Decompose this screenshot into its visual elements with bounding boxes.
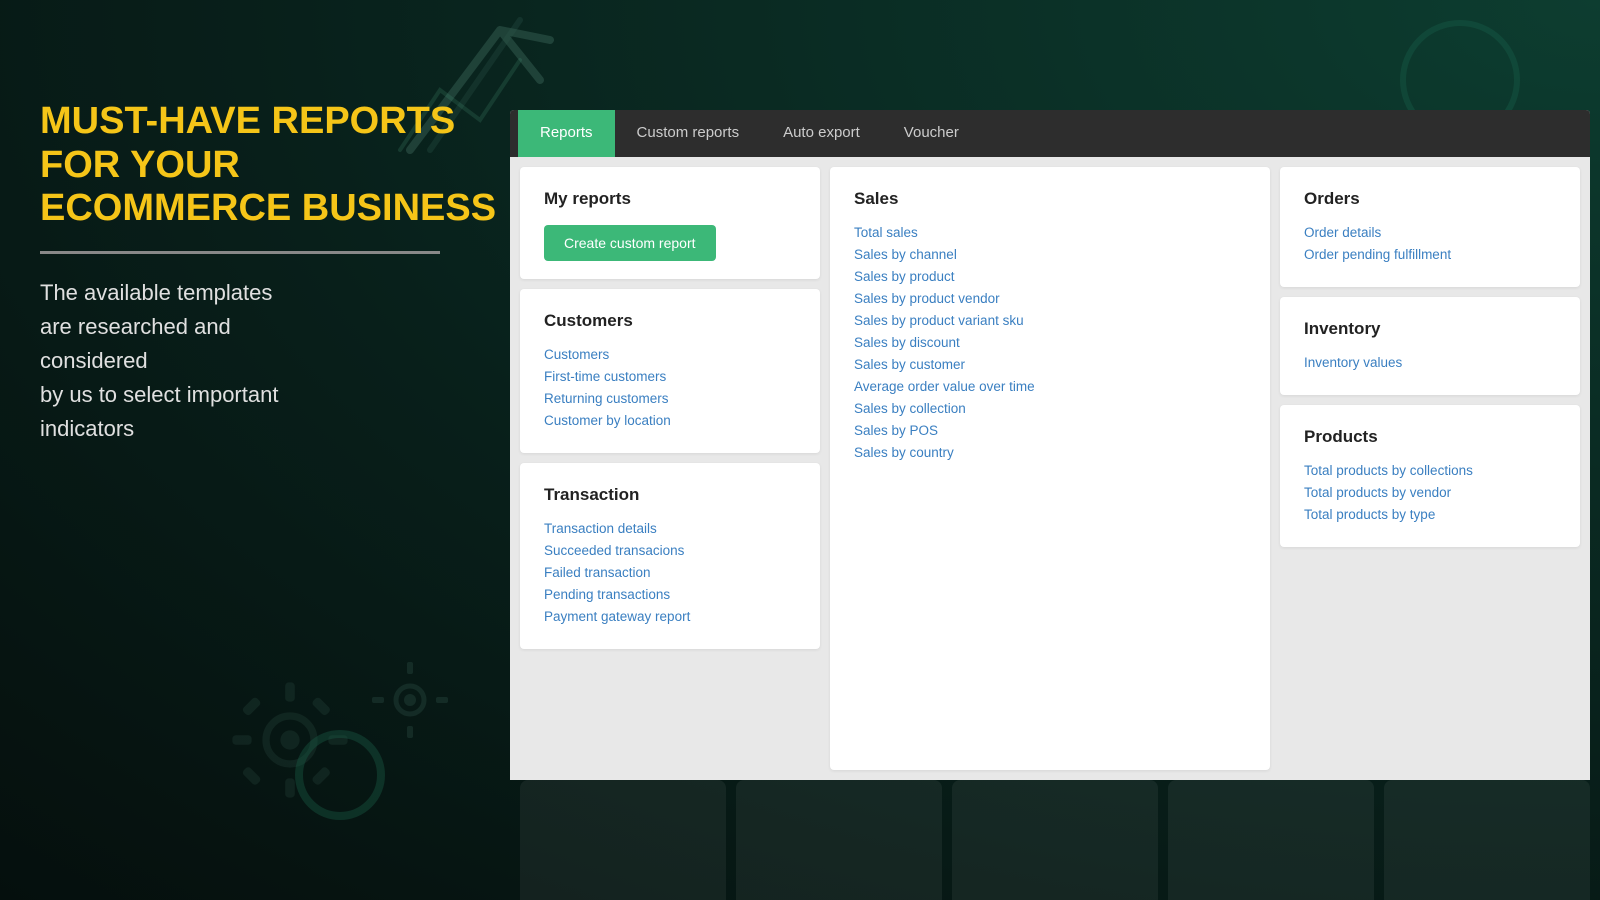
middle-column: Sales Total sales Sales by channel Sales…	[830, 167, 1270, 770]
tab-auto-export[interactable]: Auto export	[761, 110, 882, 158]
headline-line1: MUST-HAVE REPORTS	[40, 100, 455, 142]
gear-decoration-small	[370, 660, 450, 740]
sales-link-product-vendor[interactable]: Sales by product vendor	[854, 291, 1246, 306]
sales-link-country[interactable]: Sales by country	[854, 445, 1246, 460]
divider	[40, 251, 440, 254]
tab-voucher[interactable]: Voucher	[882, 110, 981, 158]
orders-link-details[interactable]: Order details	[1304, 225, 1556, 240]
inventory-card: Inventory Inventory values	[1280, 297, 1580, 395]
customers-link-location[interactable]: Customer by location	[544, 413, 796, 428]
bottom-card-2	[736, 780, 942, 900]
sales-link-customer[interactable]: Sales by customer	[854, 357, 1246, 372]
transaction-link-succeeded[interactable]: Succeeded transacions	[544, 543, 796, 558]
products-title: Products	[1304, 427, 1556, 447]
orders-link-pending[interactable]: Order pending fulfillment	[1304, 247, 1556, 262]
customers-link-customers[interactable]: Customers	[544, 347, 796, 362]
orders-title: Orders	[1304, 189, 1556, 209]
sales-link-discount[interactable]: Sales by discount	[854, 335, 1246, 350]
sales-link-channel[interactable]: Sales by channel	[854, 247, 1246, 262]
headline-line2: FOR YOUR	[40, 144, 240, 186]
products-card: Products Total products by collections T…	[1280, 405, 1580, 547]
inventory-link-values[interactable]: Inventory values	[1304, 355, 1556, 370]
create-custom-report-button[interactable]: Create custom report	[544, 225, 716, 261]
headline: MUST-HAVE REPORTS FOR YOUR ECOMMERCE BUS…	[40, 100, 500, 231]
content-area: My reports Create custom report Customer…	[510, 157, 1590, 780]
products-link-vendor[interactable]: Total products by vendor	[1304, 485, 1556, 500]
inventory-title: Inventory	[1304, 319, 1556, 339]
sales-link-product-variant[interactable]: Sales by product variant sku	[854, 313, 1246, 328]
my-reports-title: My reports	[544, 189, 796, 209]
subtext: The available templatesare researched an…	[40, 276, 500, 446]
sales-link-pos[interactable]: Sales by POS	[854, 423, 1246, 438]
main-content: Reports Custom reports Auto export Vouch…	[510, 110, 1590, 780]
transaction-link-gateway[interactable]: Payment gateway report	[544, 609, 796, 624]
my-reports-card: My reports Create custom report	[520, 167, 820, 279]
tab-bar: Reports Custom reports Auto export Vouch…	[510, 110, 1590, 157]
bottom-card-3	[952, 780, 1158, 900]
customers-title: Customers	[544, 311, 796, 331]
circle-decoration	[295, 730, 385, 820]
bottom-card-4	[1168, 780, 1374, 900]
left-panel: MUST-HAVE REPORTS FOR YOUR ECOMMERCE BUS…	[40, 100, 500, 447]
bottom-card-1	[520, 780, 726, 900]
sales-title: Sales	[854, 189, 1246, 209]
customers-link-first-time[interactable]: First-time customers	[544, 369, 796, 384]
sales-card: Sales Total sales Sales by channel Sales…	[830, 167, 1270, 770]
transaction-link-failed[interactable]: Failed transaction	[544, 565, 796, 580]
sales-link-total[interactable]: Total sales	[854, 225, 1246, 240]
products-link-collections[interactable]: Total products by collections	[1304, 463, 1556, 478]
bottom-cards-decoration	[510, 770, 1600, 900]
transaction-link-details[interactable]: Transaction details	[544, 521, 796, 536]
transaction-card: Transaction Transaction details Succeede…	[520, 463, 820, 649]
left-column: My reports Create custom report Customer…	[520, 167, 820, 770]
products-link-type[interactable]: Total products by type	[1304, 507, 1556, 522]
bottom-card-5	[1384, 780, 1590, 900]
headline-line3: ECOMMERCE BUSINESS	[40, 187, 496, 229]
tab-reports[interactable]: Reports	[518, 110, 615, 158]
sales-link-collection[interactable]: Sales by collection	[854, 401, 1246, 416]
transaction-title: Transaction	[544, 485, 796, 505]
customers-link-returning[interactable]: Returning customers	[544, 391, 796, 406]
right-column: Orders Order details Order pending fulfi…	[1280, 167, 1580, 770]
sales-link-product[interactable]: Sales by product	[854, 269, 1246, 284]
tab-custom-reports[interactable]: Custom reports	[615, 110, 762, 158]
orders-card: Orders Order details Order pending fulfi…	[1280, 167, 1580, 287]
customers-card: Customers Customers First-time customers…	[520, 289, 820, 453]
sales-link-avg-order[interactable]: Average order value over time	[854, 379, 1246, 394]
transaction-link-pending[interactable]: Pending transactions	[544, 587, 796, 602]
